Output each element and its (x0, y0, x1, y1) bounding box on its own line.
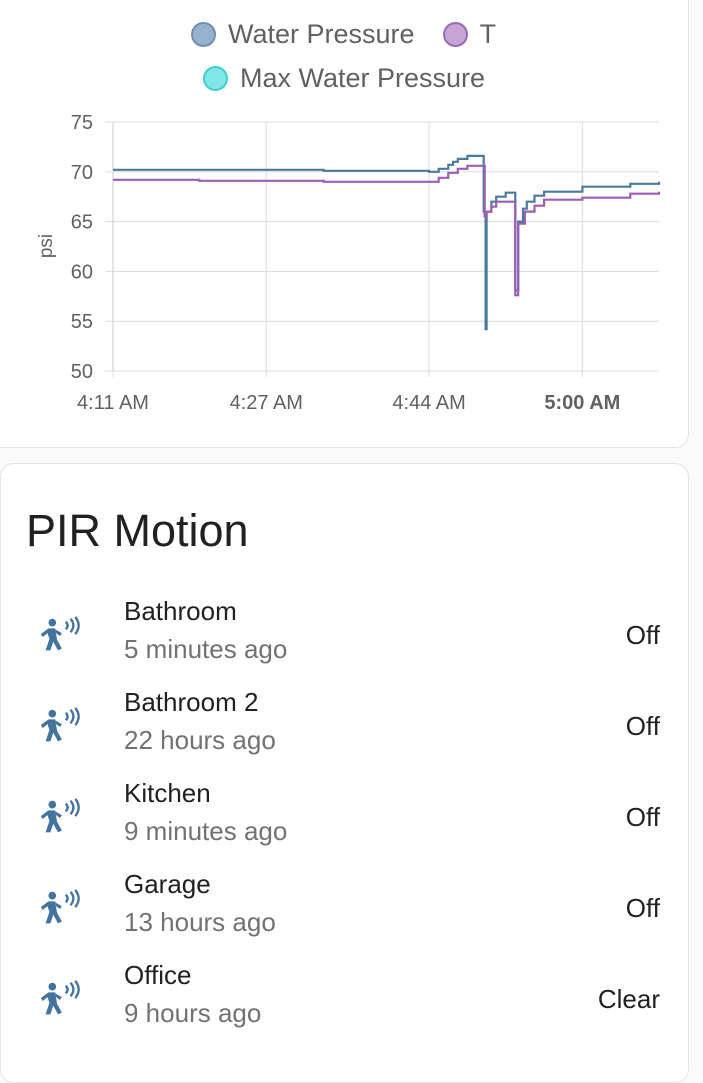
motion-sensor-icon (40, 616, 80, 651)
motion-sensor-icon (40, 707, 80, 742)
y-tick-label: 60 (71, 261, 93, 283)
entity-last-changed: 9 hours ago (124, 998, 262, 1028)
motion-sensor-icon (40, 889, 80, 924)
entity-state: Off (625, 802, 660, 832)
entity-last-changed: 9 minutes ago (124, 816, 288, 846)
entity-last-changed: 13 hours ago (124, 907, 276, 937)
entity-name: Bathroom (124, 596, 237, 626)
motion-sensor-icon (40, 980, 80, 1015)
water-pressure-chart[interactable]: 75 70 65 60 55 50 4:11 AM 4:27 AM 4:44 AM 5:00 AM… (0, 0, 703, 440)
entity-last-changed: 5 minutes ago (124, 634, 288, 664)
series-line (113, 164, 661, 297)
entity-name: Office (124, 960, 192, 990)
entity-name: Garage (124, 869, 211, 899)
x-tick-label: 5:00 AM (544, 392, 620, 414)
pir-entity-row[interactable]: Office 9 hours ago Clear (0, 960, 689, 1050)
y-tick-label: 65 (71, 212, 93, 234)
y-tick-label: 75 (71, 112, 93, 134)
motion-sensor-icon (40, 798, 80, 833)
entity-name: Bathroom 2 (124, 687, 259, 717)
card-title: PIR Motion (26, 505, 249, 556)
entity-name: Kitchen (124, 778, 211, 808)
pir-entity-row[interactable]: Bathroom 2 22 hours ago Off (0, 687, 689, 777)
pir-entity-row[interactable]: Garage 13 hours ago Off (0, 869, 689, 959)
entity-state: Off (625, 620, 660, 650)
entity-state: Off (625, 711, 660, 741)
y-tick-label: 70 (71, 162, 93, 184)
x-tick-label: 4:44 AM (392, 392, 465, 414)
pir-entity-row[interactable]: Bathroom 5 minutes ago Off (0, 596, 689, 686)
entity-last-changed: 22 hours ago (124, 725, 276, 755)
x-tick-label: 4:11 AM (77, 392, 149, 414)
y-tick-label: 50 (71, 361, 93, 383)
entity-state: Off (625, 893, 660, 923)
x-tick-label: 4:27 AM (230, 392, 303, 414)
y-axis-title: psi (36, 234, 57, 258)
pir-entity-row[interactable]: Kitchen 9 minutes ago Off (0, 778, 689, 868)
entity-state: Clear (597, 984, 660, 1014)
y-tick-label: 55 (71, 311, 93, 333)
